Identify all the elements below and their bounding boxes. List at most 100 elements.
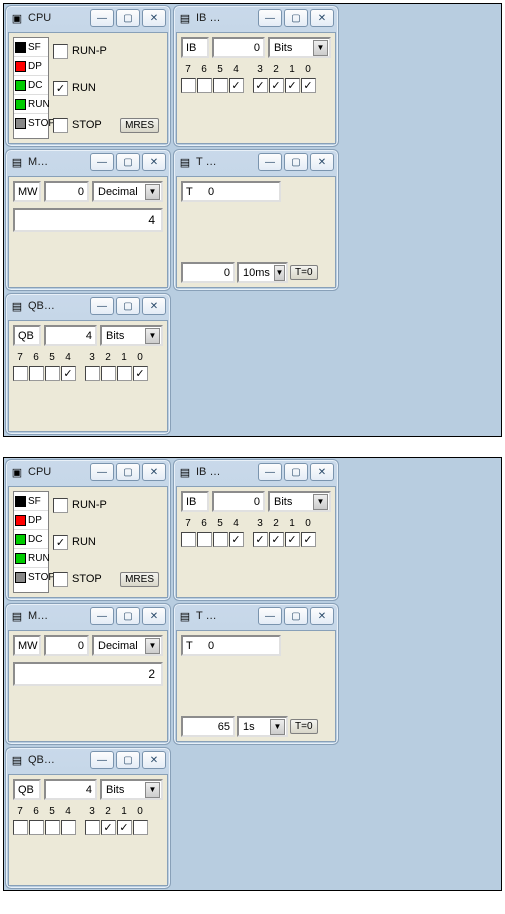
maximize-button[interactable]: ▢ bbox=[284, 9, 308, 27]
maximize-button[interactable]: ▢ bbox=[116, 297, 140, 315]
close-button[interactable]: ✕ bbox=[142, 153, 166, 171]
close-button[interactable]: ✕ bbox=[142, 607, 166, 625]
bit2-checkbox[interactable]: ✓ bbox=[101, 820, 116, 835]
bit2-checkbox[interactable] bbox=[101, 366, 116, 381]
minimize-button[interactable]: — bbox=[90, 297, 114, 315]
close-button[interactable]: ✕ bbox=[142, 297, 166, 315]
bit6-checkbox[interactable] bbox=[197, 78, 212, 93]
mw-titlebar[interactable]: ▤ M… — ▢ ✕ bbox=[6, 150, 170, 174]
minimize-button[interactable]: — bbox=[258, 607, 282, 625]
minimize-button[interactable]: — bbox=[90, 751, 114, 769]
bit0-checkbox[interactable] bbox=[133, 820, 148, 835]
timer-titlebar[interactable]: ▤ T … — ▢ ✕ bbox=[174, 150, 338, 174]
qb-format-select[interactable]: Bits ▼ bbox=[100, 325, 163, 346]
ib-addr-input[interactable]: 0 bbox=[212, 37, 265, 58]
dropdown-arrow-icon[interactable]: ▼ bbox=[145, 638, 160, 654]
bit7-checkbox[interactable] bbox=[13, 366, 28, 381]
bit7-checkbox[interactable] bbox=[13, 820, 28, 835]
mw-addr-input[interactable]: 0 bbox=[44, 635, 89, 656]
mw-format-select[interactable]: Decimal ▼ bbox=[92, 635, 163, 656]
maximize-button[interactable]: ▢ bbox=[284, 607, 308, 625]
qb-titlebar[interactable]: ▤ QB… — ▢ ✕ bbox=[6, 748, 170, 772]
minimize-button[interactable]: — bbox=[90, 463, 114, 481]
mw-format-select[interactable]: Decimal ▼ bbox=[92, 181, 163, 202]
maximize-button[interactable]: ▢ bbox=[116, 463, 140, 481]
bit0-checkbox[interactable]: ✓ bbox=[301, 78, 316, 93]
timer-unit-select[interactable]: 1s ▼ bbox=[237, 716, 288, 737]
dropdown-arrow-icon[interactable]: ▼ bbox=[313, 40, 328, 56]
bit4-checkbox[interactable]: ✓ bbox=[229, 78, 244, 93]
run-checkbox[interactable]: ✓ bbox=[53, 535, 68, 550]
bit5-checkbox[interactable] bbox=[213, 532, 228, 547]
cpu-titlebar[interactable]: ▣ CPU — ▢ ✕ bbox=[6, 460, 170, 484]
mres-button[interactable]: MRES bbox=[120, 572, 159, 587]
bit5-checkbox[interactable] bbox=[45, 366, 60, 381]
minimize-button[interactable]: — bbox=[90, 153, 114, 171]
ib-label-input[interactable]: IB bbox=[181, 37, 209, 58]
timer-label-input[interactable]: T 0 bbox=[181, 181, 281, 202]
maximize-button[interactable]: ▢ bbox=[284, 463, 308, 481]
bit5-checkbox[interactable] bbox=[213, 78, 228, 93]
bit6-checkbox[interactable] bbox=[29, 820, 44, 835]
minimize-button[interactable]: — bbox=[258, 9, 282, 27]
bit0-checkbox[interactable]: ✓ bbox=[301, 532, 316, 547]
close-button[interactable]: ✕ bbox=[142, 463, 166, 481]
bit1-checkbox[interactable]: ✓ bbox=[285, 78, 300, 93]
qb-label-input[interactable]: QB bbox=[13, 779, 41, 800]
runp-checkbox[interactable] bbox=[53, 44, 68, 59]
timer-value-input[interactable]: 0 bbox=[181, 262, 235, 283]
qb-label-input[interactable]: QB bbox=[13, 325, 41, 346]
maximize-button[interactable]: ▢ bbox=[116, 751, 140, 769]
mw-label-input[interactable]: MW bbox=[13, 635, 41, 656]
bit4-checkbox[interactable]: ✓ bbox=[229, 532, 244, 547]
minimize-button[interactable]: — bbox=[258, 463, 282, 481]
close-button[interactable]: ✕ bbox=[310, 9, 334, 27]
bit3-checkbox[interactable]: ✓ bbox=[253, 78, 268, 93]
dropdown-arrow-icon[interactable]: ▼ bbox=[145, 782, 160, 798]
bit6-checkbox[interactable] bbox=[29, 366, 44, 381]
bit1-checkbox[interactable]: ✓ bbox=[117, 820, 132, 835]
qb-addr-input[interactable]: 4 bbox=[44, 779, 97, 800]
close-button[interactable]: ✕ bbox=[142, 751, 166, 769]
minimize-button[interactable]: — bbox=[90, 607, 114, 625]
maximize-button[interactable]: ▢ bbox=[116, 153, 140, 171]
dropdown-arrow-icon[interactable]: ▼ bbox=[270, 719, 285, 735]
runp-checkbox[interactable] bbox=[53, 498, 68, 513]
qb-addr-input[interactable]: 4 bbox=[44, 325, 97, 346]
bit4-checkbox[interactable] bbox=[61, 820, 76, 835]
bit7-checkbox[interactable] bbox=[181, 78, 196, 93]
close-button[interactable]: ✕ bbox=[310, 153, 334, 171]
timer-reset-button[interactable]: T=0 bbox=[290, 265, 318, 280]
ib-titlebar[interactable]: ▤ IB … — ▢ ✕ bbox=[174, 6, 338, 30]
bit1-checkbox[interactable]: ✓ bbox=[285, 532, 300, 547]
minimize-button[interactable]: — bbox=[90, 9, 114, 27]
bit3-checkbox[interactable] bbox=[85, 366, 100, 381]
dropdown-arrow-icon[interactable]: ▼ bbox=[313, 494, 328, 510]
minimize-button[interactable]: — bbox=[258, 153, 282, 171]
dropdown-arrow-icon[interactable]: ▼ bbox=[145, 328, 160, 344]
ib-format-select[interactable]: Bits ▼ bbox=[268, 37, 331, 58]
ib-label-input[interactable]: IB bbox=[181, 491, 209, 512]
timer-titlebar[interactable]: ▤ T … — ▢ ✕ bbox=[174, 604, 338, 628]
bit2-checkbox[interactable]: ✓ bbox=[269, 532, 284, 547]
close-button[interactable]: ✕ bbox=[310, 607, 334, 625]
bit0-checkbox[interactable]: ✓ bbox=[133, 366, 148, 381]
close-button[interactable]: ✕ bbox=[142, 9, 166, 27]
mres-button[interactable]: MRES bbox=[120, 118, 159, 133]
ib-format-select[interactable]: Bits ▼ bbox=[268, 491, 331, 512]
timer-reset-button[interactable]: T=0 bbox=[290, 719, 318, 734]
maximize-button[interactable]: ▢ bbox=[116, 9, 140, 27]
dropdown-arrow-icon[interactable]: ▼ bbox=[274, 265, 285, 281]
close-button[interactable]: ✕ bbox=[310, 463, 334, 481]
bit5-checkbox[interactable] bbox=[45, 820, 60, 835]
timer-label-input[interactable]: T 0 bbox=[181, 635, 281, 656]
mw-label-input[interactable]: MW bbox=[13, 181, 41, 202]
maximize-button[interactable]: ▢ bbox=[284, 153, 308, 171]
bit2-checkbox[interactable]: ✓ bbox=[269, 78, 284, 93]
cpu-titlebar[interactable]: ▣ CPU — ▢ ✕ bbox=[6, 6, 170, 30]
bit6-checkbox[interactable] bbox=[197, 532, 212, 547]
bit3-checkbox[interactable]: ✓ bbox=[253, 532, 268, 547]
ib-titlebar[interactable]: ▤ IB … — ▢ ✕ bbox=[174, 460, 338, 484]
timer-value-input[interactable]: 65 bbox=[181, 716, 235, 737]
run-checkbox[interactable]: ✓ bbox=[53, 81, 68, 96]
